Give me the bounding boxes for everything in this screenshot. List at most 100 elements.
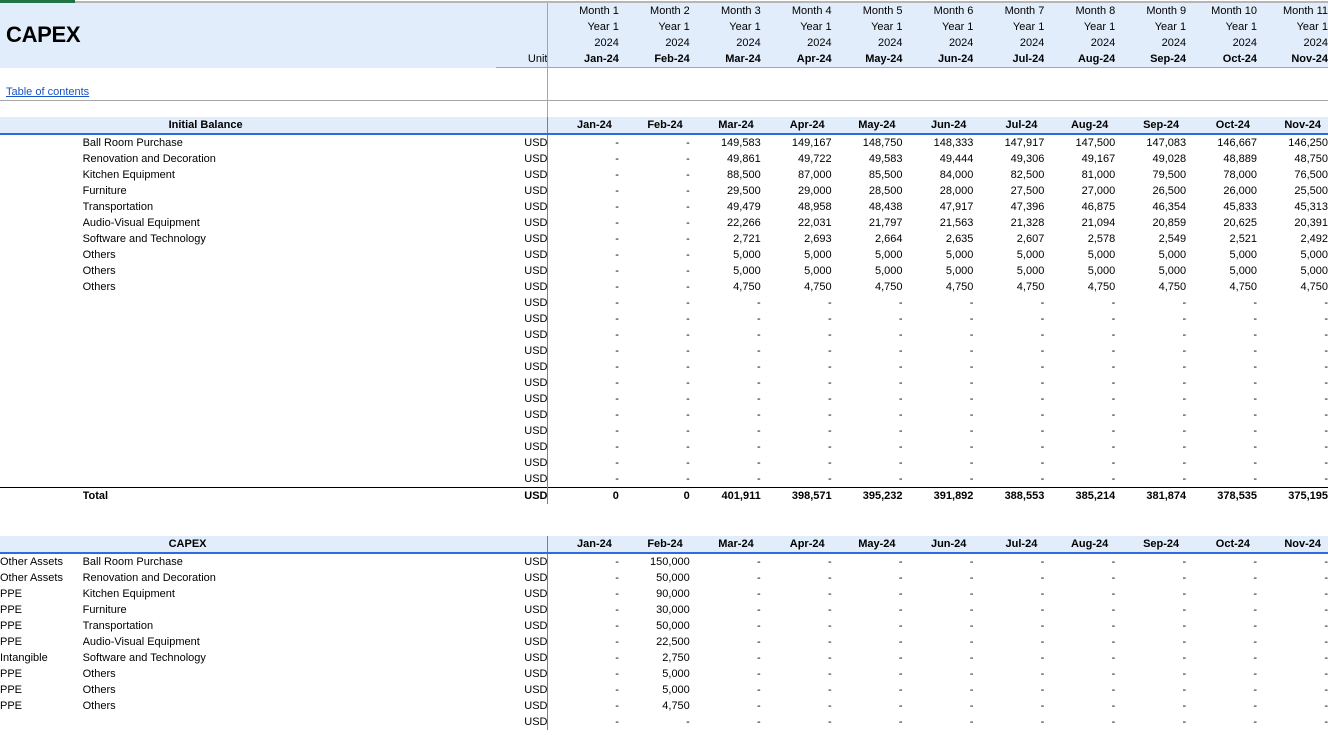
row-category (0, 343, 83, 359)
cell-jan-24: - (548, 263, 619, 279)
cell-oct-24: - (1186, 311, 1257, 327)
column-header-aug-24-month: Month 8 (1044, 3, 1115, 19)
cell-aug-24: - (1044, 586, 1115, 602)
table-row: Other AssetsBall Room PurchaseUSD-150,00… (0, 553, 1328, 570)
column-header-mar-24-year: Year 1 (690, 19, 761, 35)
cell-feb-24: - (619, 134, 690, 151)
cell-nov-24: 146,250 (1257, 134, 1328, 151)
cell-may-24: 48,438 (832, 199, 903, 215)
row-category (0, 134, 83, 151)
cell-feb-24: - (619, 151, 690, 167)
row-category (0, 407, 83, 423)
column-header-feb-24-cal_year: 2024 (619, 35, 690, 51)
row-label (83, 471, 496, 488)
cell-aug-24: - (1044, 618, 1115, 634)
table-row: USD----------- (0, 439, 1328, 455)
cell-oct-24: 146,667 (1186, 134, 1257, 151)
cell-jun-24: - (903, 602, 974, 618)
row-label (83, 407, 496, 423)
row-label: Others (83, 247, 496, 263)
cell-aug-24: - (1044, 455, 1115, 471)
cell-oct-24: - (1186, 682, 1257, 698)
cell-oct-24: 2,521 (1186, 231, 1257, 247)
section-gap-right (548, 504, 1328, 520)
cell-nov-24: - (1257, 650, 1328, 666)
cell-feb-24: 30,000 (619, 602, 690, 618)
table-of-contents-link[interactable]: Table of contents (0, 86, 89, 98)
cell-apr-24: - (761, 455, 832, 471)
cell-apr-24: - (761, 375, 832, 391)
cell-jun-24: - (903, 423, 974, 439)
cell-aug-24: - (1044, 391, 1115, 407)
cell-jul-24: - (973, 311, 1044, 327)
cell-sep-24: - (1115, 439, 1186, 455)
cell-may-24: 21,797 (832, 215, 903, 231)
cell-jun-24: 5,000 (903, 263, 974, 279)
cell-jul-24: - (973, 455, 1044, 471)
section-month-header-aug-24: Aug-24 (1044, 536, 1115, 553)
row-category (0, 375, 83, 391)
cell-feb-24: - (619, 199, 690, 215)
cell-jun-24: 28,000 (903, 183, 974, 199)
cell-feb-24: 50,000 (619, 618, 690, 634)
cell-aug-24: - (1044, 295, 1115, 311)
toc-gap-row-2 (0, 101, 1328, 117)
cell-feb-24: - (619, 247, 690, 263)
cell-mar-24: 5,000 (690, 247, 761, 263)
cell-nov-24: 48,750 (1257, 151, 1328, 167)
section-header-spacer (0, 536, 83, 553)
cell-sep-24: - (1115, 618, 1186, 634)
cell-sep-24: 147,083 (1115, 134, 1186, 151)
cell-may-24: 49,583 (832, 151, 903, 167)
cell-sep-24: - (1115, 423, 1186, 439)
cell-nov-24: 5,000 (1257, 247, 1328, 263)
cell-apr-24: - (761, 407, 832, 423)
row-label (83, 391, 496, 407)
cell-sep-24: - (1115, 586, 1186, 602)
cell-apr-24: 5,000 (761, 247, 832, 263)
cell-jan-24: - (548, 151, 619, 167)
cell-oct-24: - (1186, 666, 1257, 682)
cell-oct-24: 45,833 (1186, 199, 1257, 215)
cell-may-24: 5,000 (832, 247, 903, 263)
cell-feb-24: - (619, 391, 690, 407)
cell-oct-24: - (1186, 295, 1257, 311)
table-row: USD----------- (0, 471, 1328, 488)
cell-jan-24: - (548, 375, 619, 391)
row-unit: USD (496, 311, 548, 327)
row-unit: USD (496, 570, 548, 586)
cell-jul-24: - (973, 602, 1044, 618)
column-header-oct-24-month: Month 10 (1186, 3, 1257, 19)
row-label (83, 455, 496, 471)
cell-aug-24: - (1044, 570, 1115, 586)
cell-feb-24: - (619, 407, 690, 423)
cell-jan-24: - (548, 618, 619, 634)
section-month-header-apr-24: Apr-24 (761, 536, 832, 553)
row-category (0, 311, 83, 327)
cell-aug-24: - (1044, 375, 1115, 391)
cell-jun-24: 49,444 (903, 151, 974, 167)
row-category: PPE (0, 618, 83, 634)
section-month-header-feb-24: Feb-24 (619, 117, 690, 134)
cell-may-24: - (832, 586, 903, 602)
total-cell-feb-24: 0 (619, 487, 690, 504)
cell-jul-24: 82,500 (973, 167, 1044, 183)
total-row: TotalUSD00401,911398,571395,232391,89238… (0, 487, 1328, 504)
cell-jun-24: - (903, 343, 974, 359)
cell-feb-24: 5,000 (619, 682, 690, 698)
cell-jul-24: - (973, 634, 1044, 650)
cell-apr-24: - (761, 650, 832, 666)
cell-mar-24: 4,750 (690, 279, 761, 295)
cell-jun-24: - (903, 650, 974, 666)
row-label: Ball Room Purchase (83, 134, 496, 151)
cell-jun-24: - (903, 407, 974, 423)
cell-mar-24: - (690, 698, 761, 714)
table-row: Kitchen EquipmentUSD--88,50087,00085,500… (0, 167, 1328, 183)
column-header-nov-24-month: Month 11 (1257, 3, 1328, 19)
cell-jun-24: - (903, 666, 974, 682)
row-unit: USD (496, 247, 548, 263)
section-month-header-jun-24: Jun-24 (903, 117, 974, 134)
cell-jul-24: - (973, 570, 1044, 586)
cell-jun-24: - (903, 391, 974, 407)
row-label: Furniture (83, 183, 496, 199)
